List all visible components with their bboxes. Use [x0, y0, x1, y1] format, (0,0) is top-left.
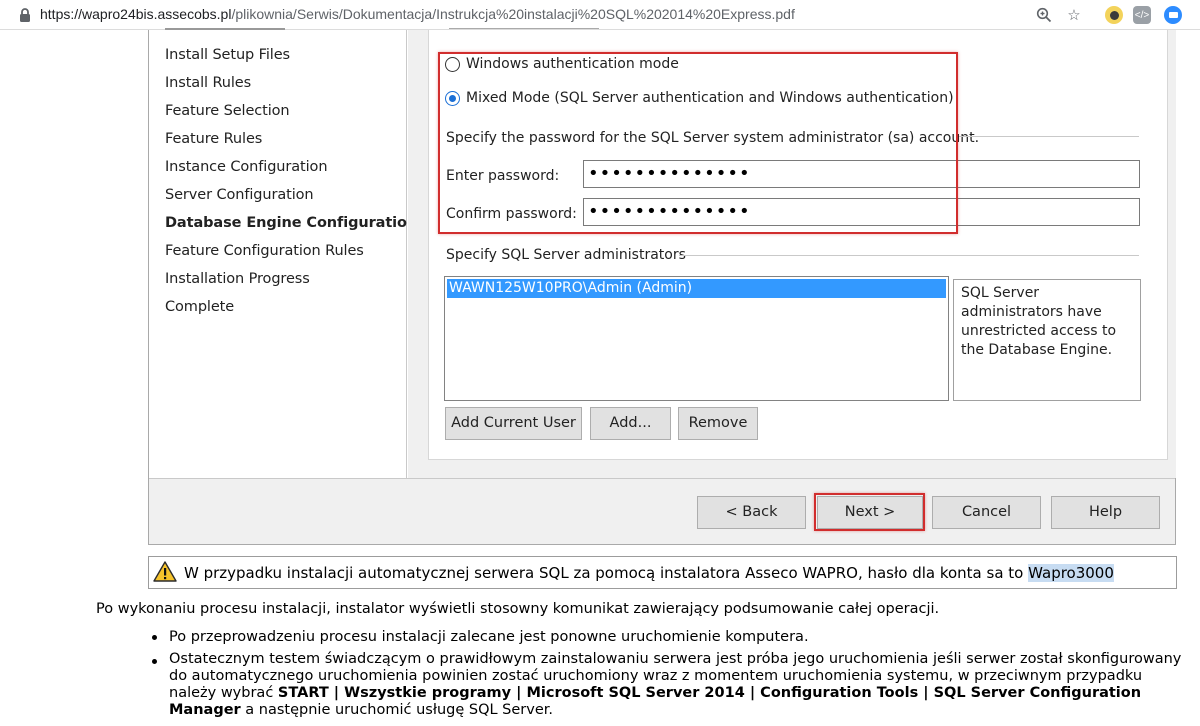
installer-window: Install Setup Files Install Rules Featur…: [148, 28, 1176, 545]
nav-item-install-setup-files[interactable]: Install Setup Files: [165, 47, 290, 63]
address-bar[interactable]: https://wapro24bis.assecobs.pl/plikownia…: [40, 6, 795, 22]
extension-chat-icon[interactable]: [1163, 5, 1183, 25]
installer-step-list: Install Setup Files Install Rules Featur…: [149, 28, 417, 478]
summary-paragraph: Po wykonaniu procesu instalacji, instala…: [96, 601, 940, 617]
add-button[interactable]: Add...: [590, 407, 671, 440]
menu-path-intro: należy wybrać: [169, 685, 278, 701]
group-title-clipped: [449, 28, 599, 29]
bookmark-star-icon[interactable]: ☆: [1064, 5, 1084, 25]
add-current-user-button[interactable]: Add Current User: [445, 407, 582, 440]
menu-path-outro: a następnie uruchomić usługę SQL Server.: [240, 702, 554, 718]
nav-item-install-rules[interactable]: Install Rules: [165, 75, 251, 91]
warning-icon: [153, 561, 177, 582]
remove-button[interactable]: Remove: [678, 407, 758, 440]
help-button[interactable]: Help: [1051, 496, 1160, 529]
test-bullet-line-1: Ostatecznym testem świadczącym o prawidł…: [169, 651, 1182, 667]
warning-message: W przypadku instalacji automatycznej ser…: [184, 564, 1029, 582]
warning-note: W przypadku instalacji automatycznej ser…: [148, 556, 1177, 589]
sql-admins-label: Specify SQL Server administrators: [446, 247, 686, 263]
lock-icon[interactable]: [18, 7, 32, 23]
separator-line: [679, 255, 1139, 256]
installer-footer: < Back Next > Cancel Help: [149, 478, 1175, 544]
test-bullet-line-2: do automatycznego uruchomienia powinien …: [169, 668, 1143, 684]
nav-item-complete[interactable]: Complete: [165, 299, 234, 315]
bullet-dot: [152, 635, 157, 640]
nav-item-installation-progress[interactable]: Installation Progress: [165, 271, 310, 287]
restart-bullet: Po przeprowadzeniu procesu instalacji za…: [169, 629, 809, 645]
sql-admins-list[interactable]: WAWN125W10PRO\Admin (Admin): [444, 276, 949, 401]
menu-path: START | Wszystkie programy | Microsoft S…: [277, 685, 1142, 701]
zoom-icon[interactable]: [1034, 5, 1054, 25]
back-button[interactable]: < Back: [697, 496, 806, 529]
nav-item-instance-configuration[interactable]: Instance Configuration: [165, 159, 328, 175]
extension-moon-icon[interactable]: [1104, 5, 1124, 25]
nav-item-database-engine-configuration[interactable]: Database Engine Configuration: [165, 215, 417, 231]
sa-password-value: Wapro3000: [1028, 564, 1114, 582]
database-engine-config-panel: Windows authentication mode Mixed Mode (…: [408, 28, 1176, 478]
nav-item-feature-rules[interactable]: Feature Rules: [165, 131, 262, 147]
admins-info-box: SQL Server administrators have unrestric…: [953, 279, 1141, 401]
nav-item-feature-selection[interactable]: Feature Selection: [165, 103, 290, 119]
list-item[interactable]: WAWN125W10PRO\Admin (Admin): [447, 279, 946, 298]
server-configuration-tab: Windows authentication mode Mixed Mode (…: [428, 28, 1168, 460]
warning-text: W przypadku instalacji automatycznej ser…: [184, 564, 1114, 582]
extension-code-icon[interactable]: </>: [1133, 6, 1151, 24]
separator-line: [959, 136, 1139, 137]
menu-path-end: Manager: [169, 702, 241, 718]
test-bullet-line-4: Manager a następnie uruchomić usługę SQL…: [169, 702, 553, 718]
test-bullet-line-3: należy wybrać START | Wszystkie programy…: [169, 685, 1141, 701]
bullet-dot: [152, 659, 157, 664]
url-host: https://wapro24bis.assecobs.pl: [40, 6, 232, 22]
nav-item-clipped: [165, 24, 285, 30]
url-path: /plikownia/Serwis/Dokumentacja/Instrukcj…: [231, 6, 795, 22]
nav-item-server-configuration[interactable]: Server Configuration: [165, 187, 314, 203]
auth-highlight-box: [438, 52, 958, 234]
next-highlight-box: [814, 493, 925, 531]
nav-item-feature-configuration-rules[interactable]: Feature Configuration Rules: [165, 243, 364, 259]
cancel-button[interactable]: Cancel: [932, 496, 1041, 529]
